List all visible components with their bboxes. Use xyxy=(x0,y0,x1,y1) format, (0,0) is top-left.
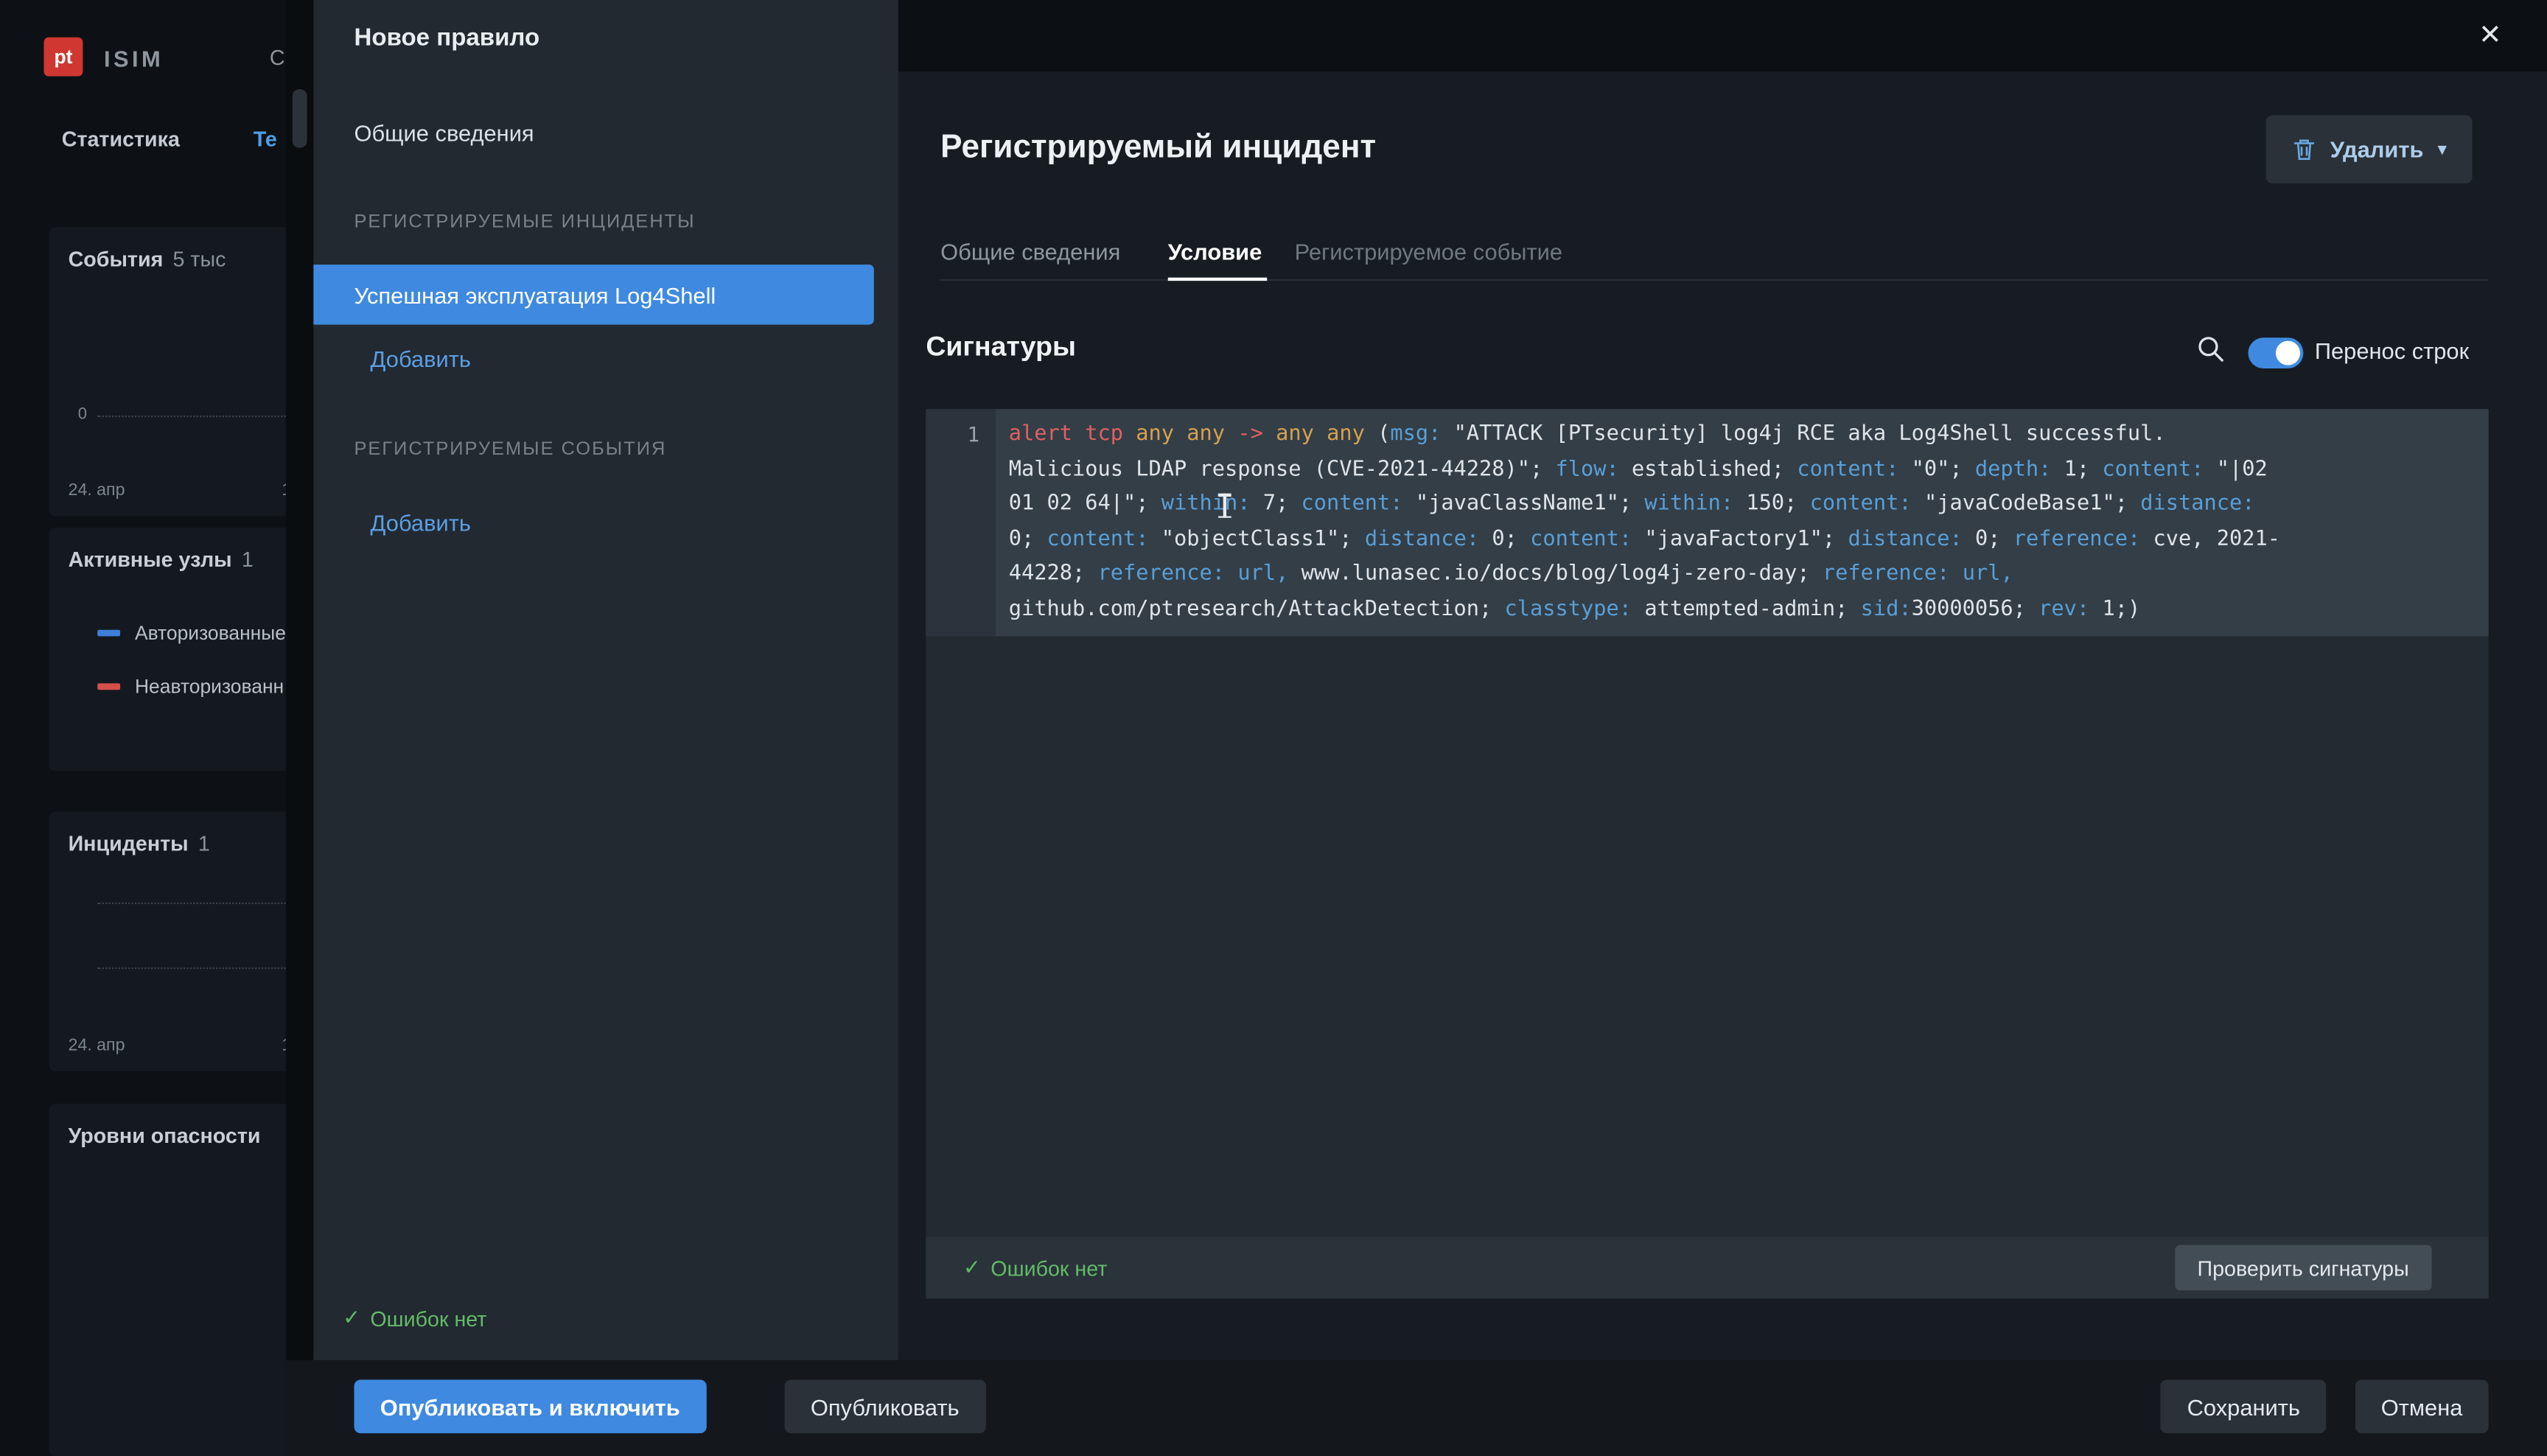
events-axis-labels: 24. апр12: xyxy=(69,480,286,500)
app-root: pt ISIM С Статистика Те События5 тыс 0 2… xyxy=(0,0,2547,1456)
text-cursor xyxy=(1223,494,1226,518)
dashboard-background: pt ISIM С Статистика Те События5 тыс 0 2… xyxy=(0,0,286,1456)
cancel-button[interactable]: Отмена xyxy=(2355,1379,2488,1433)
code-line[interactable]: Malicious LDAP response (CVE-2021-44228)… xyxy=(1009,452,2482,487)
incidents-gridline xyxy=(97,967,286,969)
delete-button[interactable]: Удалить ▾ xyxy=(2265,115,2473,183)
legend-unauthorized: Неавторизованн xyxy=(97,675,284,698)
toggle-knob xyxy=(2276,341,2300,365)
code-line[interactable]: alert tcp any any -> any any (msg: "ATTA… xyxy=(1009,417,2482,452)
signatures-title: Сигнатуры xyxy=(926,331,1076,363)
word-wrap-toggle[interactable] xyxy=(2248,337,2303,368)
code-lines[interactable]: alert tcp any any -> any any (msg: "ATTA… xyxy=(996,409,2489,636)
page-title: Регистрируемый инцидент xyxy=(940,130,1376,167)
legend-authorized: Авторизованные xyxy=(97,622,286,645)
danger-levels-card-title: Уровни опасности xyxy=(69,1123,261,1147)
active-nodes-card: Активные узлы1 Авторизованные Неавторизо… xyxy=(49,528,286,771)
brand-isim: ISIM xyxy=(104,46,164,71)
section-registered-incidents: РЕГИСТРИРУЕМЫЕ ИНЦИДЕНТЫ xyxy=(354,213,695,232)
modal-main-body: Регистрируемый инцидент Удалить ▾ Общие … xyxy=(898,71,2547,1360)
pt-logo[interactable]: pt xyxy=(44,38,83,77)
check-icon: ✓ xyxy=(343,1305,360,1331)
code-line[interactable]: 0; content: "objectClass1"; distance: 0;… xyxy=(1009,522,2482,556)
page-scrollbar[interactable] xyxy=(286,0,313,1456)
nav-item-general-info[interactable]: Общие сведения xyxy=(354,120,534,146)
danger-levels-card: Уровни опасности xyxy=(49,1104,286,1456)
active-tab-underline xyxy=(1168,278,1267,281)
incidents-axis-labels: 24. апр12: xyxy=(69,1035,286,1054)
app-header: pt ISIM С xyxy=(0,0,286,89)
save-button[interactable]: Сохранить xyxy=(2161,1379,2326,1433)
search-icon[interactable] xyxy=(2196,335,2226,364)
chevron-down-icon: ▾ xyxy=(2438,141,2446,158)
add-incident-link[interactable]: Добавить xyxy=(371,346,471,371)
publish-and-enable-button[interactable]: Опубликовать и включить xyxy=(354,1379,706,1433)
legend-unauthorized-swatch xyxy=(97,683,120,690)
tab-condition[interactable]: Условие xyxy=(1168,239,1262,265)
events-card-title: События5 тыс xyxy=(69,247,226,271)
editor-status-bar: ✓ Ошибок нет Проверить сигнатуры xyxy=(926,1237,2488,1299)
modal-footer: Опубликовать и включить Опубликовать Сох… xyxy=(286,1360,2547,1456)
trash-icon xyxy=(2291,136,2316,162)
editor-validation-status: ✓ Ошибок нет xyxy=(963,1237,1107,1299)
events-card: События5 тыс 0 24. апр12: xyxy=(49,227,286,516)
active-nodes-card-title: Активные узлы1 xyxy=(69,547,254,571)
nav-item-incident-log4shell[interactable]: Успешная эксплуатация Log4Shell xyxy=(313,265,873,325)
nav-item-truncated[interactable]: С xyxy=(270,46,285,70)
tab-registered-event[interactable]: Регистрируемое событие xyxy=(1295,239,1562,265)
check-icon: ✓ xyxy=(963,1255,981,1281)
modal-top-strip: ✕ xyxy=(898,0,2547,71)
tab-truncated[interactable]: Те xyxy=(254,127,277,151)
signature-editor[interactable]: 1 alert tcp any any -> any any (msg: "AT… xyxy=(926,409,2488,1298)
section-registered-events: РЕГИСТРИРУЕМЫЕ СОБЫТИЯ xyxy=(354,440,666,459)
code-line[interactable]: github.com/ptresearch/AttackDetection; c… xyxy=(1009,592,2482,626)
tab-general-info[interactable]: Общие сведения xyxy=(940,239,1120,265)
close-icon[interactable]: ✕ xyxy=(2467,13,2513,59)
events-gridline xyxy=(97,416,286,417)
check-signatures-button[interactable]: Проверить сигнатуры xyxy=(2175,1245,2432,1291)
code-line[interactable]: 44228; reference: url, www.lunasec.io/do… xyxy=(1009,557,2482,592)
add-event-link[interactable]: Добавить xyxy=(371,510,471,536)
page-scrollbar-thumb[interactable] xyxy=(293,89,307,147)
nav-validation-status: ✓ Ошибок нет xyxy=(343,1305,486,1331)
rule-modal-main: ✕ Регистрируемый инцидент Удалить ▾ Общи… xyxy=(898,0,2547,1360)
rule-modal-nav: Новое правило Общие сведения РЕГИСТРИРУЕ… xyxy=(313,0,898,1360)
word-wrap-label: Перенос строк xyxy=(2315,337,2469,363)
publish-button[interactable]: Опубликовать xyxy=(785,1379,985,1433)
legend-authorized-swatch xyxy=(97,630,120,637)
tab-statistics[interactable]: Статистика xyxy=(62,127,180,151)
incidents-card-title: Инциденты1 xyxy=(69,831,210,855)
code-block: 1 alert tcp any any -> any any (msg: "AT… xyxy=(926,409,2488,636)
modal-title: Новое правило xyxy=(354,24,539,52)
incidents-gridline xyxy=(97,903,286,904)
events-axis-zero: 0 xyxy=(78,406,87,424)
incidents-card: Инциденты1 24. апр12: xyxy=(49,811,286,1071)
line-number-gutter: 1 xyxy=(926,409,996,636)
